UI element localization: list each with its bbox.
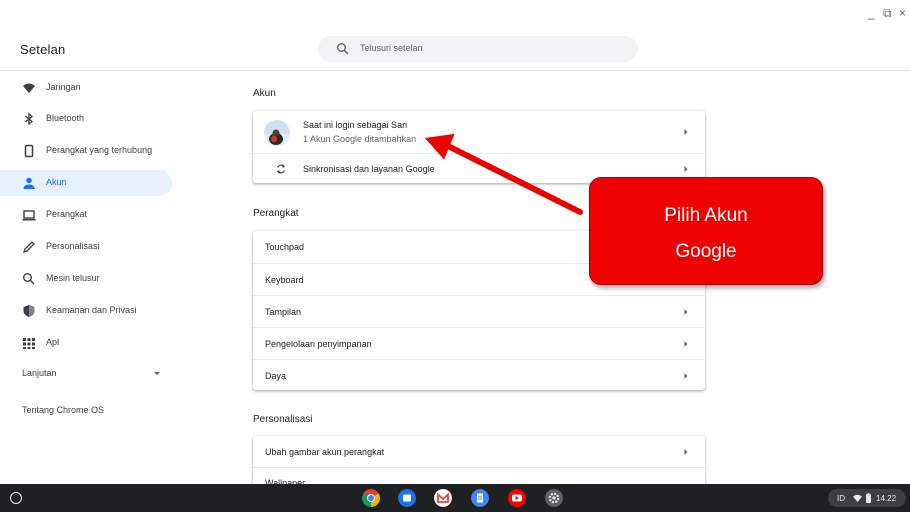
sidebar-item-perangkat[interactable]: Perangkat [0,202,172,228]
shelf: ID 14.22 [0,484,910,512]
battery-icon [866,493,871,503]
change-picture-label: Ubah gambar akun perangkat [265,447,385,457]
close-button[interactable]: × [899,6,906,20]
youtube-icon[interactable] [508,489,526,507]
sidebar-item-label: Perangkat [46,209,88,219]
sidebar-item-label: Perangkat yang terhubung [46,145,153,155]
account-subtitle: 1 Akun Google ditambahkan [303,134,417,144]
system-tray[interactable]: ID 14.22 [828,489,906,507]
callout-line-2: Google [675,241,737,262]
sidebar-item-bluetooth[interactable]: Bluetooth [0,106,172,132]
search-placeholder: Telusuri setelan [360,43,423,53]
avatar [264,120,290,146]
sidebar-item-jaringan[interactable]: Jaringan [0,75,172,101]
chevron-right-icon [684,166,688,172]
sidebar-item-label: Akun [46,177,67,187]
docs-icon[interactable] [471,489,489,507]
storage-label: Pengelolaan penyimpanan [265,339,372,349]
sidebar-item-label: Apl [46,337,60,347]
wifi-icon [853,494,862,502]
chrome-icon[interactable] [362,489,380,507]
keyboard-label: Keyboard [265,275,304,285]
chevron-right-icon [684,309,688,315]
sidebar-item-akun[interactable]: Akun [0,170,172,196]
sidebar-item-label: Mesin telusur [46,273,100,283]
sync-label: Sinkronisasi dan layanan Google [303,164,435,174]
section-title-personalisasi: Personalisasi [253,414,313,425]
power-label: Daya [265,371,287,381]
language-indicator: ID [837,494,845,503]
display-label: Tampilan [265,307,302,317]
list-item[interactable]: Pengelolaan penyimpanan [253,327,705,360]
sidebar-item-mesin-telusur[interactable]: Mesin telusur [0,266,172,292]
chevron-right-icon [684,129,688,135]
sidebar-item-perangkat-terhubung[interactable]: Perangkat yang terhubung [0,138,172,164]
gmail-icon[interactable] [434,489,452,507]
settings-icon[interactable] [545,489,563,507]
launcher-button[interactable] [10,492,22,504]
bluetooth-icon [25,112,34,126]
restore-button[interactable]: ⧉ [883,6,892,21]
shield-icon [23,305,35,317]
sidebar-item-label: Bluetooth [46,113,85,123]
chevron-right-icon [684,341,688,347]
apps-grid-icon [23,338,35,349]
sidebar-item-personalisasi[interactable]: Personalisasi [0,234,172,260]
list-item[interactable]: Tampilan [253,295,705,328]
search-icon [337,43,349,55]
sidebar-item-keamanan[interactable]: Keamanan dan Privasi [0,298,172,324]
minimize-button[interactable]: _ [868,6,875,20]
phone-icon [24,144,34,158]
search-icon [23,273,35,285]
sync-icon [276,164,286,174]
advanced-label: Lanjutan [22,368,57,378]
page-title: Setelan [20,42,66,57]
sidebar-item-label: Keamanan dan Privasi [46,305,137,315]
chevron-right-icon [684,373,688,379]
pen-icon [22,241,35,254]
list-item[interactable]: Ubah gambar akun perangkat [253,436,705,467]
laptop-icon [22,210,36,221]
files-icon[interactable] [398,489,416,507]
wifi-icon [23,83,35,93]
sidebar-item-apl[interactable]: Apl [0,330,172,356]
sidebar-item-label: Personalisasi [46,241,100,251]
list-item[interactable]: Daya [253,359,705,391]
clock: 14.22 [876,494,897,503]
sidebar-item-about[interactable]: Tentang Chrome OS [22,405,104,415]
annotation-arrow [424,133,583,215]
advanced-toggle[interactable]: Lanjutan [0,363,172,383]
chevron-right-icon [684,449,688,455]
person-icon [23,177,35,189]
section-title-akun: Akun [253,88,276,99]
account-name: Saat ini login sebagai Sari [303,120,408,130]
callout-line-1: Pilih Akun [664,205,748,226]
touchpad-label: Touchpad [265,242,305,252]
search-input[interactable]: Telusuri setelan [318,36,638,62]
sidebar-item-label: Jaringan [46,82,81,92]
section-title-perangkat: Perangkat [253,208,299,219]
header-divider [0,70,910,71]
chevron-down-icon [154,372,160,375]
annotation-callout: Pilih Akun Google [589,177,823,285]
